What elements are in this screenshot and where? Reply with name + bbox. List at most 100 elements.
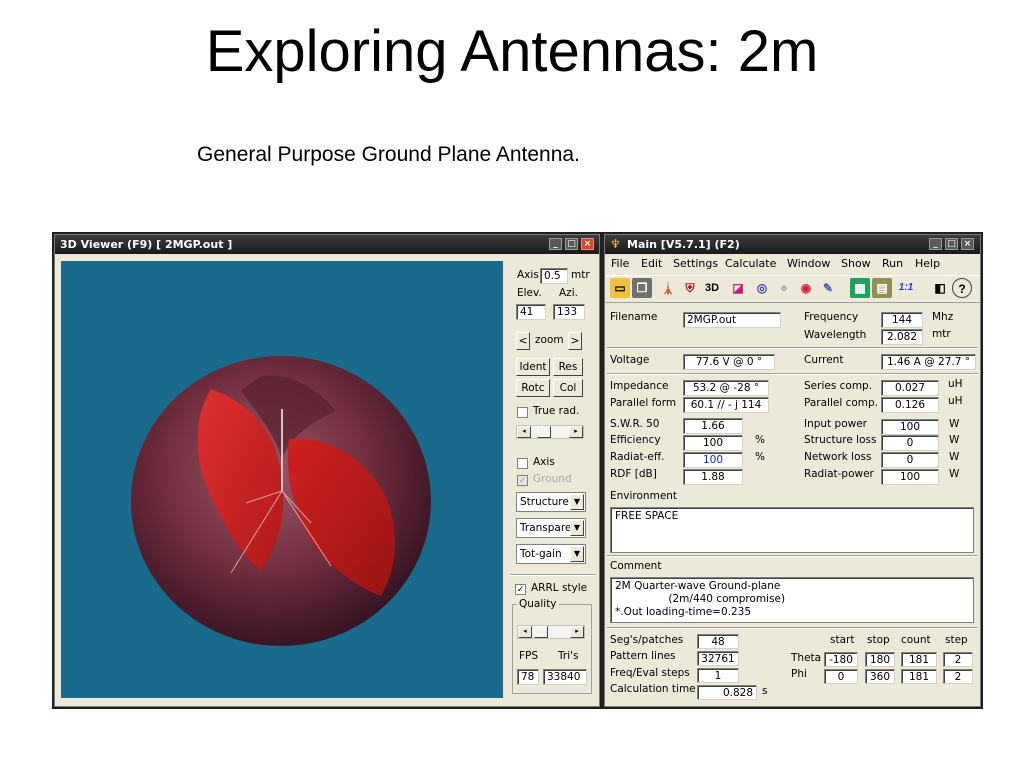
menu-settings[interactable]: Settings — [673, 257, 718, 270]
res-button[interactable]: Res — [553, 358, 583, 376]
menu-file[interactable]: File — [611, 257, 629, 270]
quality-thumb[interactable] — [534, 626, 548, 638]
calc-time-label: Calculation time — [610, 683, 696, 695]
azi-input[interactable]: 133 — [553, 304, 585, 320]
viewer-scrollbar[interactable]: ◂ ▸ — [516, 425, 584, 439]
viewer-canvas[interactable] — [61, 261, 503, 698]
grid-icon[interactable]: ⋄ — [774, 278, 794, 298]
wavelength-label: Wavelength — [804, 329, 867, 341]
quality-group: Quality ◂ ▸ FPS Tri's 78 33840 — [512, 598, 592, 694]
calculator-icon[interactable]: ▦ — [850, 278, 870, 298]
col-button[interactable]: Col — [553, 379, 583, 397]
3d-icon[interactable]: 3D — [702, 278, 722, 298]
phi-count[interactable]: 181 — [901, 669, 937, 684]
sphere-icon[interactable]: ◉ — [796, 278, 816, 298]
phi-stop[interactable]: 360 — [865, 669, 895, 684]
tools-icon[interactable]: ✎ — [818, 278, 838, 298]
gain-select[interactable]: Tot-gain ▼ — [516, 544, 586, 564]
ground-label: Ground — [533, 473, 572, 485]
ident-button[interactable]: Ident — [516, 358, 550, 376]
ratio-icon[interactable]: 1:1 — [896, 278, 916, 298]
scroll-left-icon[interactable]: ◂ — [517, 426, 531, 438]
zoom-out-button[interactable]: < — [516, 332, 530, 350]
input-power-field: 100 — [881, 419, 939, 435]
slide-subtitle: General Purpose Ground Plane Antenna. — [197, 143, 580, 166]
tris-value: 33840 — [543, 669, 587, 685]
frequency-field[interactable]: 144 — [881, 312, 923, 328]
scroll-thumb[interactable] — [537, 426, 551, 438]
elev-label: Elev. — [517, 287, 542, 299]
theta-stop[interactable]: 180 — [865, 652, 895, 667]
network-loss-label: Network loss — [804, 451, 872, 463]
calc-time-unit: s — [762, 685, 768, 697]
phi-label: Phi — [791, 668, 807, 680]
menu-run[interactable]: Run — [882, 257, 903, 270]
chevron-down-icon[interactable]: ▼ — [570, 520, 584, 536]
maximize-button[interactable]: □ — [565, 238, 578, 250]
copy-icon[interactable]: ❐ — [632, 278, 652, 298]
axis-checkbox[interactable] — [517, 458, 528, 469]
radiat-eff-label: Radiat-eff. — [610, 451, 665, 463]
radiat-eff-unit: % — [755, 451, 765, 463]
close-button[interactable]: × — [581, 238, 594, 250]
menu-window[interactable]: Window — [787, 257, 830, 270]
shield-icon[interactable]: ⛨ — [680, 278, 700, 298]
target-icon[interactable]: ◎ — [752, 278, 772, 298]
viewer-titlebar[interactable]: 3D Viewer (F9) [ 2MGP.out ] _ □ × — [55, 235, 599, 254]
divider — [607, 373, 978, 375]
quality-left-icon[interactable]: ◂ — [518, 626, 532, 638]
axis-unit: mtr — [571, 269, 590, 281]
scroll-right-icon[interactable]: ▸ — [569, 426, 583, 438]
tris-label: Tri's — [558, 650, 579, 662]
transparency-select[interactable]: Transpare ▼ — [516, 518, 586, 538]
structure-select[interactable]: Structure ▼ — [516, 492, 586, 512]
radiat-eff-field: 100 — [683, 452, 743, 468]
efficiency-unit: % — [755, 434, 765, 446]
arrl-style-checkbox[interactable]: ✓ — [515, 584, 526, 595]
menu-edit[interactable]: Edit — [641, 257, 662, 270]
input-power-label: Input power — [804, 418, 867, 430]
phi-start[interactable]: 0 — [824, 669, 858, 684]
theta-start[interactable]: -180 — [824, 652, 858, 667]
folder-open-icon[interactable]: ▭ — [610, 278, 630, 298]
quality-right-icon[interactable]: ▸ — [570, 626, 584, 638]
phi-step[interactable]: 2 — [943, 669, 973, 684]
freq-eval-field: 1 — [697, 668, 739, 683]
comment-memo[interactable]: 2M Quarter-wave Ground-plane (2m/440 com… — [610, 577, 974, 623]
voltage-label: Voltage — [610, 354, 650, 366]
antenna-icon[interactable]: 🗼 — [658, 278, 678, 298]
radiat-power-field: 100 — [881, 469, 939, 485]
frequency-unit: Mhz — [932, 311, 954, 323]
segs-field: 48 — [697, 634, 739, 649]
grid-header-start: start — [830, 634, 855, 646]
menu-calculate[interactable]: Calculate — [725, 257, 776, 270]
axis-input[interactable]: 0.5 — [540, 268, 568, 284]
theta-count[interactable]: 181 — [901, 652, 937, 667]
viewer-window: 3D Viewer (F9) [ 2MGP.out ] _ □ × Axis 0… — [54, 234, 600, 707]
elev-input[interactable]: 41 — [516, 304, 546, 320]
close-button[interactable]: × — [961, 238, 974, 250]
structure-loss-field: 0 — [881, 435, 939, 451]
minimize-button[interactable]: _ — [929, 238, 942, 250]
maximize-button[interactable]: □ — [945, 238, 958, 250]
pattern-lines-field: 32761 — [697, 651, 739, 666]
menu-show[interactable]: Show — [841, 257, 871, 270]
environment-memo[interactable]: FREE SPACE — [610, 507, 974, 553]
book-icon[interactable]: ◧ — [930, 278, 950, 298]
calc-time-field: 0.828 — [697, 685, 757, 700]
quality-slider[interactable]: ◂ ▸ — [517, 625, 585, 639]
filename-field[interactable]: 2MGP.out — [683, 312, 781, 328]
menu-help[interactable]: Help — [915, 257, 940, 270]
chevron-down-icon[interactable]: ▼ — [570, 494, 584, 510]
theta-step[interactable]: 2 — [943, 652, 973, 667]
stack-icon[interactable]: ▤ — [872, 278, 892, 298]
minimize-button[interactable]: _ — [549, 238, 562, 250]
rotc-button[interactable]: Rotc — [516, 379, 550, 397]
help-icon[interactable]: ? — [952, 278, 972, 298]
main-titlebar[interactable]: ♆ Main [V5.7.1] (F2) _ □ × — [605, 235, 980, 254]
zoom-in-button[interactable]: > — [568, 332, 582, 350]
structure-loss-unit: W — [949, 434, 960, 446]
true-rad-checkbox[interactable] — [517, 407, 528, 418]
chevron-down-icon[interactable]: ▼ — [570, 546, 584, 562]
chart-icon[interactable]: ◪ — [728, 278, 748, 298]
